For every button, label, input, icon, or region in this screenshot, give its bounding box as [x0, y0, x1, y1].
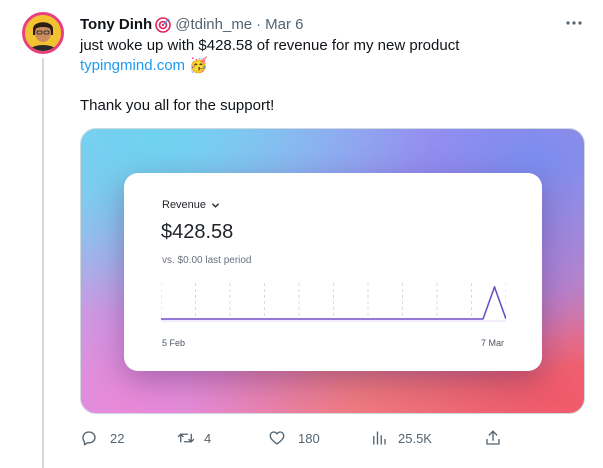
more-options-icon[interactable]: [565, 14, 583, 37]
repost-icon: [176, 429, 196, 447]
avatar-image: [25, 15, 61, 51]
tweet: Tony Dinh @tdinh_me · Mar 6 just woke up…: [0, 0, 603, 468]
revenue-card: Revenue $428.58 vs. $0.00 last period 5 …: [124, 173, 542, 371]
tweet-date[interactable]: Mar 6: [265, 15, 303, 35]
tweet-link-line: typingmind.com 🥳: [80, 56, 580, 76]
tweet-line-1: just woke up with $428.58 of revenue for…: [80, 37, 460, 54]
reply-count: 22: [110, 430, 125, 446]
heart-icon: [268, 429, 286, 447]
revenue-amount: $428.58: [161, 221, 234, 243]
views-count: 25.5K: [398, 430, 432, 446]
revenue-chart: [161, 283, 506, 322]
revenue-dropdown: Revenue: [162, 199, 220, 211]
repost-count: 4: [204, 430, 212, 446]
share-icon: [484, 429, 502, 447]
typingmind-link[interactable]: typingmind.com: [80, 57, 185, 74]
revenue-label: Revenue: [162, 199, 207, 211]
thread-line: [42, 58, 44, 468]
tweet-text: just woke up with $428.58 of revenue for…: [80, 36, 580, 116]
reply-icon: [80, 429, 98, 447]
reply-button[interactable]: 22: [80, 428, 124, 448]
like-button[interactable]: 180: [268, 428, 320, 448]
revenue-data-point: [493, 286, 496, 288]
repost-button[interactable]: 4: [176, 428, 211, 448]
like-count: 180: [298, 430, 320, 446]
separator-dot: ·: [256, 16, 262, 33]
action-bar: 22 4 180 25.5K: [80, 428, 510, 448]
revenue-comparison: vs. $0.00 last period: [162, 255, 252, 266]
analytics-icon: [370, 429, 388, 447]
target-icon: [155, 17, 172, 33]
axis-label-end: 7 Mar: [480, 338, 504, 348]
axis-label-start: 5 Feb: [162, 338, 186, 348]
author-handle[interactable]: @tdinh_me: [175, 15, 252, 35]
media-image[interactable]: Revenue $428.58 vs. $0.00 last period 5 …: [80, 128, 585, 414]
author-name[interactable]: Tony Dinh: [80, 15, 152, 35]
tweet-line-2: Thank you all for the support!: [80, 97, 275, 114]
share-button[interactable]: [484, 428, 502, 448]
views-button[interactable]: 25.5K: [370, 428, 432, 448]
avatar[interactable]: [22, 12, 64, 54]
tweet-header: Tony Dinh @tdinh_me · Mar 6: [80, 15, 304, 35]
chevron-down-icon: [211, 201, 220, 210]
party-emoji: 🥳: [189, 57, 208, 74]
